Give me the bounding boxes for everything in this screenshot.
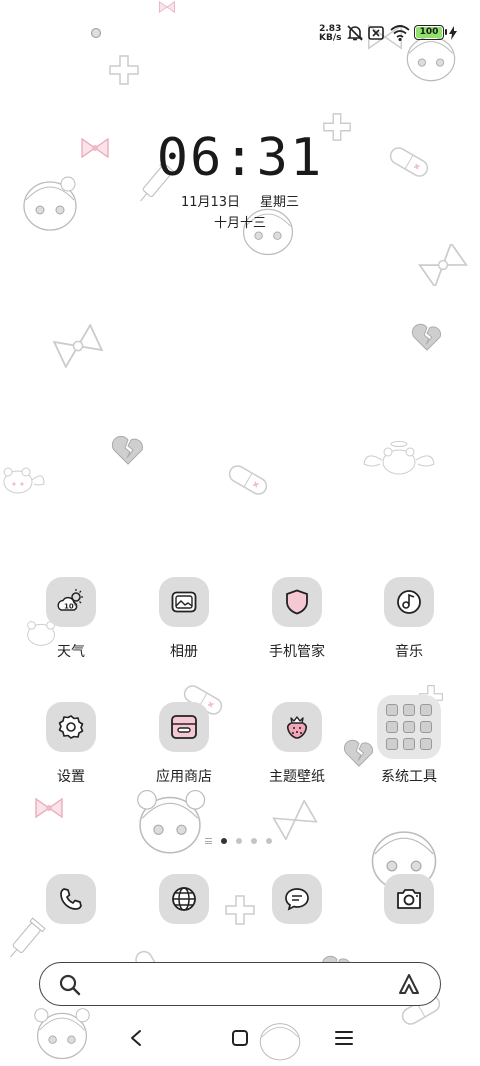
cross-icon xyxy=(225,895,255,925)
app-icon-tile xyxy=(159,577,209,627)
clock-time: 06:31 xyxy=(156,128,324,188)
weather-temp: 10° xyxy=(64,603,77,611)
folder-app-icon xyxy=(420,721,432,733)
charging-bolt-icon xyxy=(449,26,457,40)
gallery-icon xyxy=(171,591,197,613)
store-icon xyxy=(171,715,197,739)
network-speed-unit: KB/s xyxy=(319,33,342,43)
page-indicator[interactable] xyxy=(205,836,272,846)
lunar-date: 十月十三 xyxy=(213,216,266,231)
chibi-character xyxy=(137,790,206,854)
music-icon xyxy=(397,590,421,614)
winged-bear-icon xyxy=(3,467,45,494)
dock-camera[interactable] xyxy=(384,874,434,924)
app-icon-tile xyxy=(272,702,322,752)
home-icon xyxy=(232,1030,248,1046)
weekday: 星期三 xyxy=(260,195,300,210)
page-overview-icon[interactable] xyxy=(205,838,212,844)
sim-disabled-icon xyxy=(368,26,384,40)
messages-icon xyxy=(285,888,309,911)
weather-icon: 10° xyxy=(57,589,83,611)
folder-app-icon xyxy=(403,721,415,733)
folder-icon xyxy=(377,695,441,759)
app-icon-tile xyxy=(46,702,96,752)
page-dot[interactable] xyxy=(251,838,257,844)
dock-browser[interactable] xyxy=(159,874,209,924)
camera-icon xyxy=(397,889,421,909)
folder-system-tools[interactable]: 系统工具 xyxy=(359,695,459,786)
pill-icon xyxy=(228,465,268,495)
dock-messages[interactable] xyxy=(272,874,322,924)
folder-app-icon xyxy=(420,738,432,750)
back-button[interactable] xyxy=(124,1026,148,1050)
assistant-icon[interactable] xyxy=(398,973,420,995)
navigation-bar xyxy=(0,1018,480,1058)
search-icon[interactable] xyxy=(58,973,82,997)
app-icon-tile xyxy=(272,577,322,627)
app-label: 相册 xyxy=(170,644,198,660)
gear-icon xyxy=(58,715,84,739)
app-settings[interactable]: 设置 xyxy=(21,702,121,786)
app-gallery[interactable]: 相册 xyxy=(134,577,234,661)
folder-app-icon xyxy=(403,704,415,716)
folder-app-icon xyxy=(386,721,398,733)
bell-muted-icon xyxy=(347,25,363,41)
back-icon xyxy=(131,1030,141,1046)
app-label: 系统工具 xyxy=(381,769,437,785)
status-bar: 2.83 KB/s 100 xyxy=(0,0,480,62)
bow-icon xyxy=(35,797,63,819)
app-weather[interactable]: 10° 天气 xyxy=(21,577,121,661)
folder-app-icon xyxy=(386,704,398,716)
network-speed: 2.83 KB/s xyxy=(319,25,341,43)
syringe-icon xyxy=(10,917,46,958)
app-icon-tile xyxy=(159,702,209,752)
app-label: 音乐 xyxy=(395,644,423,660)
app-label: 手机管家 xyxy=(269,644,325,660)
menu-icon xyxy=(335,1031,353,1045)
phone-icon xyxy=(60,888,82,910)
folder-app-icon xyxy=(386,738,398,750)
broken-heart-icon xyxy=(411,323,442,351)
date-line: 11月13日 星期三 xyxy=(0,191,480,210)
notification-dot-icon xyxy=(91,28,101,38)
winged-bear-icon xyxy=(363,441,435,475)
app-label: 应用商店 xyxy=(156,769,212,785)
home-button[interactable] xyxy=(228,1026,252,1050)
folder-app-icon xyxy=(420,704,432,716)
battery-indicator: 100 xyxy=(414,25,447,40)
app-label: 天气 xyxy=(57,644,85,660)
broken-heart-icon xyxy=(111,435,143,465)
bow-icon xyxy=(418,244,468,286)
browser-icon xyxy=(172,887,196,911)
page-dot[interactable] xyxy=(221,838,227,844)
search-bar[interactable] xyxy=(39,962,441,1006)
app-icon-tile xyxy=(384,577,434,627)
app-music[interactable]: 音乐 xyxy=(359,577,459,661)
wifi-icon xyxy=(390,25,410,41)
app-label: 主题壁纸 xyxy=(269,769,325,785)
bow-icon xyxy=(52,324,104,368)
date: 11月13日 xyxy=(180,195,241,210)
shield-icon xyxy=(286,589,308,615)
battery-level: 100 xyxy=(416,27,442,38)
app-store[interactable]: 应用商店 xyxy=(134,702,234,786)
app-themes[interactable]: 主题壁纸 xyxy=(247,702,347,786)
app-label: 设置 xyxy=(57,769,85,785)
recents-button[interactable] xyxy=(332,1026,356,1050)
folder-app-icon xyxy=(403,738,415,750)
page-dot[interactable] xyxy=(236,838,242,844)
bow-icon xyxy=(272,800,318,840)
dock-phone[interactable] xyxy=(46,874,96,924)
page-dot[interactable] xyxy=(266,838,272,844)
strawberry-icon xyxy=(286,716,308,739)
app-icon-tile: 10° xyxy=(46,577,96,627)
app-security[interactable]: 手机管家 xyxy=(247,577,347,661)
